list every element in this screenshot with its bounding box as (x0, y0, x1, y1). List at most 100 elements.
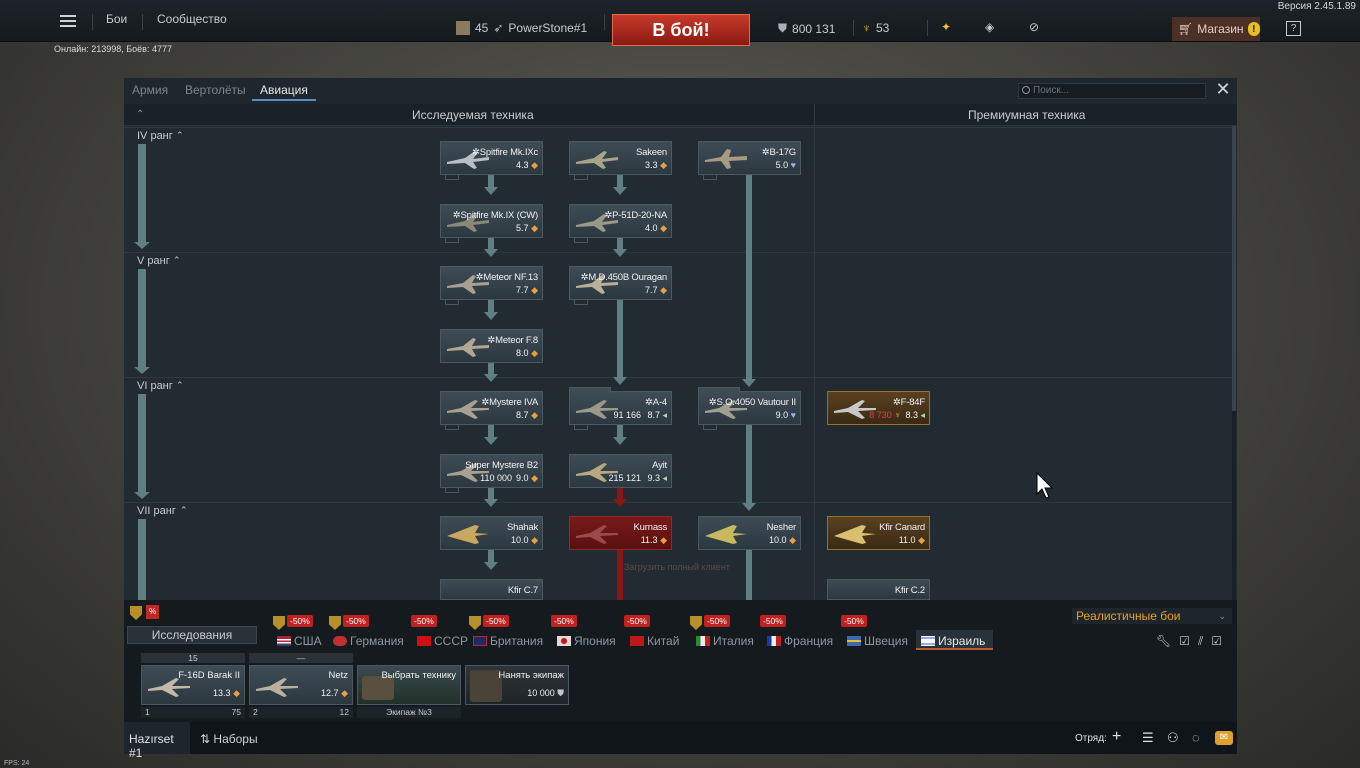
community-menu[interactable]: Сообщество (157, 12, 227, 26)
vehicle-card-ouragan[interactable]: ✲M.D.450B Ouragan 7.7 ◆ (569, 266, 672, 305)
fps-counter: FPS: 24 (4, 760, 30, 767)
chevron-up-icon[interactable]: ⌃ (173, 255, 181, 266)
scroll-thumb[interactable] (1232, 126, 1236, 411)
crew-slot-1[interactable]: 15 F-16D Barak II 13.3 ◆ 1 75 (141, 653, 245, 719)
checkmark-icon[interactable]: ☑ (1179, 634, 1190, 649)
rank-label[interactable]: IV ранг (137, 130, 173, 142)
crew-slot-2[interactable]: — Netz 12.7 ◆ 2 12 (249, 653, 353, 719)
shop-button[interactable]: 🛒︎ Магазин ! (1172, 17, 1260, 41)
collapse-icon[interactable]: ⌃ (136, 109, 144, 120)
nation-tab-germany[interactable]: Германия (333, 634, 404, 648)
chevron-up-icon[interactable]: ⌃ (176, 380, 184, 391)
nation-tab-france[interactable]: Франция (767, 634, 833, 648)
rank-label[interactable]: VII ранг (137, 505, 176, 517)
vehicle-card-kurnass[interactable]: Kurnass 11.3 ◆ (569, 516, 672, 550)
vehicle-card-f84f[interactable]: ✲F-84F 8 730 ♆ 8.3 ◂ (827, 391, 930, 425)
version-label: Версия 2.45.1.89 (1277, 1, 1356, 12)
vehicle-card-meteor-f8[interactable]: ✲Meteor F.8 8.0 ◆ (440, 329, 543, 363)
wrench-icon[interactable]: 🔧︎ (1156, 634, 1171, 649)
add-squad-icon[interactable]: + (1112, 728, 1121, 746)
vehicle-card-p51d[interactable]: ✲P-51D-20-NA 4.0 ◆ (569, 204, 672, 243)
rank-label[interactable]: VI ранг (137, 380, 173, 392)
crew-vehicle-card[interactable]: Netz 12.7 ◆ (249, 665, 353, 705)
vehicle-card-mystere-iva[interactable]: ✲Mystere IVA 8.7 ◆ (440, 391, 543, 430)
close-icon[interactable]: ✕ (1215, 80, 1231, 98)
vehicle-card-super-mystere[interactable]: Super Mystere B2 110 000 9.0 ◆ (440, 454, 543, 493)
nation-tab-usa[interactable]: США (277, 634, 322, 648)
vehicle-card-shahak[interactable]: Shahak 10.0 ◆ (440, 516, 543, 550)
hire-crew-button[interactable]: Нанять экипаж 10 000 ⛊ (465, 665, 569, 705)
shield-badge-icon (130, 606, 142, 620)
tree-arrow (613, 437, 627, 445)
battles-menu[interactable]: Бои (106, 12, 127, 26)
vehicle-card-sakeen[interactable]: Sakeen 3.3 ◆ (569, 141, 672, 180)
discount-badge: -50% (287, 615, 313, 627)
player-profile[interactable]: 45 ➶ PowerStone#1 (456, 21, 587, 35)
vehicle-card-kfir-c7[interactable]: Kfir C.7 (440, 579, 543, 600)
vehicle-card-spitfire-mk9c[interactable]: ✲Spitfire Mk.IXc 4.3 ◆ (440, 141, 543, 180)
nation-tab-ussr[interactable]: СССР (417, 634, 468, 648)
crew-vehicle-card[interactable]: F-16D Barak II 13.3 ◆ (141, 665, 245, 705)
diamond-icon[interactable]: ◈ (985, 20, 994, 34)
battle-mode-select[interactable]: Реалистичные бои ⌄ (1072, 608, 1232, 624)
preset-button[interactable]: Hazırset #1 (124, 722, 190, 760)
help-button[interactable]: ? (1286, 21, 1301, 36)
tree-arrow (613, 377, 627, 385)
vehicle-card-ayit[interactable]: Ayit 215 121 9.3 ◂ (569, 454, 672, 488)
battle-rating: 4.0 ◆ (645, 223, 667, 233)
vehicle-card-b17g[interactable]: ✲B-17G 5.0 ♥ (698, 141, 801, 180)
research-cost: 215 121 (608, 473, 641, 483)
ammo-icon[interactable]: ⫽ (1198, 634, 1203, 649)
battle-rating: 9.0 ◆ (516, 473, 538, 483)
tree-arrow (484, 562, 498, 570)
research-button[interactable]: Исследования (127, 626, 257, 644)
tab-army[interactable]: Армия (132, 83, 168, 97)
tab-aviation[interactable]: Авиация (252, 83, 316, 101)
nation-tab-israel[interactable]: Израиль (921, 634, 985, 648)
tree-arrow (613, 499, 627, 507)
select-vehicle-button[interactable]: Выбрать технику (357, 665, 461, 705)
vehicle-card-kfir-c2[interactable]: Kfir C.2 (827, 579, 930, 600)
list-icon[interactable]: ☰ (1142, 730, 1154, 746)
chat-icon[interactable]: ◌ (1192, 730, 1200, 745)
tree-connector (617, 488, 623, 499)
shield-badge-icon (469, 616, 481, 630)
tab-helicopters[interactable]: Вертолёты (185, 83, 246, 97)
vehicle-card-spitfire-mk9cw[interactable]: ✲Spitfire Mk.IX (CW) 5.7 ◆ (440, 204, 543, 243)
presets-button[interactable]: ⇅ Наборы (200, 732, 258, 746)
nation-tab-sweden[interactable]: Швеция (847, 634, 908, 648)
vehicle-card-a4[interactable]: ✲A-4 91 166 8.7 ◂ (569, 387, 672, 430)
nation-tab-china[interactable]: Китай (630, 634, 679, 648)
discount-badge: -50% (411, 615, 437, 627)
vehicle-card-nesher[interactable]: Nesher 10.0 ◆ (698, 516, 801, 550)
battle-rating: 7.7 ◆ (516, 285, 538, 295)
lightbulb-icon[interactable]: ✦ (941, 20, 951, 34)
select-vehicle-label: Выбрать технику (381, 670, 456, 681)
chevron-up-icon[interactable]: ⌃ (176, 130, 184, 141)
chevron-up-icon[interactable]: ⌃ (180, 505, 188, 516)
rank-label[interactable]: V ранг (137, 255, 170, 267)
vehicle-card-vautour[interactable]: ✲S.O.4050 Vautour II 9.0 ♥ (698, 387, 801, 430)
hire-crew-label: Нанять экипаж (498, 670, 564, 681)
scrollbar[interactable] (1232, 126, 1236, 600)
preset-label: Hazırset #1 (129, 732, 174, 760)
nation-tab-britain[interactable]: Британия (473, 634, 543, 648)
crew-slot-hire[interactable]: Нанять экипаж 10 000 ⛊ (465, 653, 569, 719)
nation-tab-japan[interactable]: Япония (557, 634, 616, 648)
checkmark-icon[interactable]: ☑ (1211, 634, 1222, 649)
player-name: PowerStone#1 (508, 21, 588, 35)
menu-icon[interactable] (60, 15, 76, 27)
delta-plane-icon (834, 525, 876, 544)
mail-icon[interactable]: ✉ (1215, 731, 1233, 745)
nation-tab-italy[interactable]: Италия (696, 634, 754, 648)
wallet-icon[interactable]: ⊘ (1029, 20, 1039, 34)
crew-slot-3[interactable]: Выбрать технику Экипаж №3 (357, 653, 461, 719)
to-battle-button[interactable]: В бой! (612, 14, 750, 46)
friends-icon[interactable]: ⚇ (1167, 730, 1179, 746)
vehicle-card-kfir-canard[interactable]: Kfir Canard 11.0 ◆ (827, 516, 930, 550)
discount-badge: -50% (343, 615, 369, 627)
tree-connector (746, 550, 752, 600)
vehicle-card-meteor-nf13[interactable]: ✲Meteor NF.13 7.7 ◆ (440, 266, 543, 305)
search-input[interactable]: Поиск... (1018, 83, 1206, 99)
golden-eagles[interactable]: ♆ 53 (862, 21, 889, 35)
